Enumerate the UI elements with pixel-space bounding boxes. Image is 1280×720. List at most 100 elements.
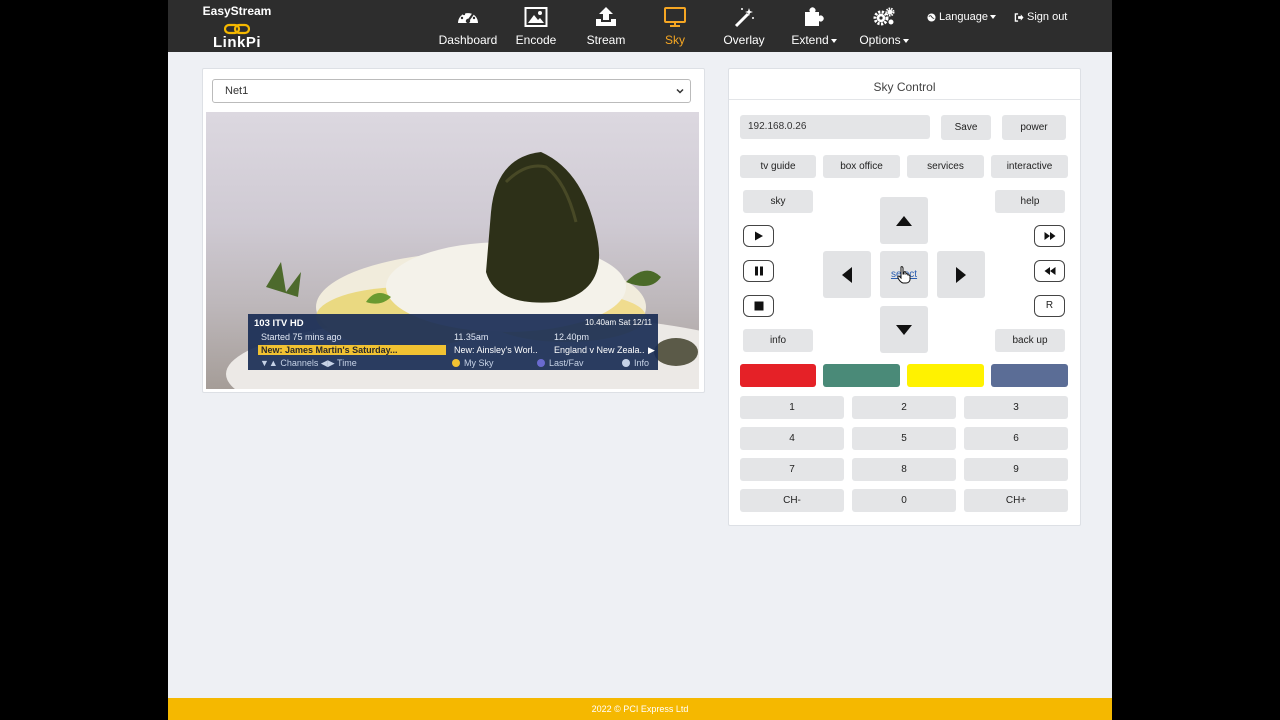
chevron-down-icon [989,15,996,20]
record-button[interactable]: R [1034,295,1065,317]
caret-left-icon [842,266,852,283]
osd-channel: 103 ITV HD [254,318,304,329]
signout-link[interactable]: Sign out [1014,11,1067,23]
footer: 2022 © PCI Express Ltd [168,698,1112,720]
video-panel: Net1 103 ITV HD 10.40am Sat 12/11 Starte… [202,68,705,393]
osd-hint-info: Info [622,358,649,368]
services-button[interactable]: services [907,155,984,178]
nav-dashboard[interactable]: Dashboard [438,0,498,52]
brand-line1: EasyStream [202,4,272,18]
blue-button[interactable] [991,364,1068,387]
osd-hint-channels: ▼▲ Channels ◀▶ Time [260,358,357,368]
osd-time3: 12.40pm [554,332,590,342]
green-button[interactable] [823,364,900,387]
numpad-5[interactable]: 5 [852,427,956,450]
gears-icon [873,7,895,26]
nav-options-text: Options [859,33,901,47]
video-preview[interactable]: 103 ITV HD 10.40am Sat 12/11 Started 75 … [206,112,699,389]
osd-hint-channels-text: Channels [280,358,319,368]
osd-prog1: New: James Martin's Saturday... [258,345,446,355]
red-button[interactable] [740,364,816,387]
channel-up-button[interactable]: CH+ [964,489,1068,512]
numpad-6[interactable]: 6 [964,427,1068,450]
source-select-value: Net1 [225,85,249,97]
info-icon [622,359,630,367]
nav-encode[interactable]: Encode [511,0,561,52]
nav-overlay[interactable]: Overlay [719,0,769,52]
osd-time2: 11.35am [454,332,489,342]
osd-hint-info-text: Info [634,358,650,368]
nav-stream[interactable]: Stream [581,0,631,52]
osd-hint-mysky: My Sky [452,358,494,368]
caret-up-icon [896,215,912,226]
numpad-4[interactable]: 4 [740,427,844,450]
globe-icon [927,13,936,22]
right-button[interactable] [937,251,985,298]
osd-hint-lastfav: Last/Fav [537,358,584,368]
osd-prog2: New: Ainsley's Worl.. [454,345,538,355]
numpad-8[interactable]: 8 [852,458,956,481]
source-select[interactable]: Net1 [212,79,691,103]
up-button[interactable] [880,197,928,244]
sign-out-icon [1014,13,1024,22]
nav-sky[interactable]: Sky [655,0,695,52]
osd-next-arrow-icon: ▶ [648,345,655,355]
channel-down-button[interactable]: CH- [740,489,844,512]
divider [729,99,1080,100]
nav-dashboard-label: Dashboard [438,33,498,47]
yellow-dot-icon [452,359,460,367]
info-button[interactable]: info [743,329,813,352]
play-button[interactable] [743,225,774,247]
rewind-button[interactable] [1034,260,1065,282]
box-office-button[interactable]: box office [823,155,900,178]
pause-button[interactable] [743,260,774,282]
fast-forward-icon [1044,232,1055,240]
magic-wand-icon [734,8,754,28]
sky-control-title: Sky Control [873,80,936,94]
osd-datetime: 10.40am Sat 12/11 [584,318,652,327]
nav-extend[interactable]: Extend [788,0,840,52]
hand-cursor-icon [897,266,911,284]
sky-control-panel: Sky Control 192.168.0.26 Save power tv g… [728,68,1081,526]
stop-button[interactable] [743,295,774,317]
signout-label: Sign out [1027,11,1068,23]
tv-guide-button[interactable]: tv guide [740,155,816,178]
power-button[interactable]: power [1002,115,1066,140]
nav-sky-label: Sky [664,33,685,47]
back-up-button[interactable]: back up [995,329,1065,352]
image-icon [524,7,548,27]
numpad-7[interactable]: 7 [740,458,844,481]
stop-icon [754,301,763,311]
save-button[interactable]: Save [941,115,991,140]
help-button[interactable]: help [995,190,1065,213]
numpad-3[interactable]: 3 [964,396,1068,419]
top-navbar: EasyStream LinkPi Dashboard Encode Strea… [168,0,1112,52]
chevron-down-icon [830,38,837,43]
nav-options[interactable]: Options [856,0,912,52]
chevron-down-icon [902,38,909,43]
nav-stream-label: Stream [586,33,626,47]
nav-options-label: Options [856,33,912,47]
yellow-button[interactable] [907,364,984,387]
chevron-down-icon [676,88,684,94]
numpad-1[interactable]: 1 [740,396,844,419]
down-button[interactable] [880,306,928,353]
pause-icon [754,266,763,276]
brand-logo[interactable]: EasyStream LinkPi [202,4,272,51]
ip-address-input[interactable]: 192.168.0.26 [740,115,930,139]
nav-extend-text: Extend [791,33,829,47]
fast-forward-button[interactable] [1034,225,1065,247]
caret-down-icon [896,324,912,335]
interactive-button[interactable]: interactive [991,155,1068,178]
nav-extend-label: Extend [788,33,840,47]
monitor-icon [664,7,686,27]
left-button[interactable] [823,251,871,298]
language-dropdown[interactable]: Language [927,11,996,23]
numpad-9[interactable]: 9 [964,458,1068,481]
numpad-2[interactable]: 2 [852,396,956,419]
numpad-0[interactable]: 0 [852,489,956,512]
rewind-icon [1044,267,1055,275]
sky-button[interactable]: sky [743,190,813,213]
nav-encode-label: Encode [515,33,557,47]
language-label: Language [939,11,988,23]
